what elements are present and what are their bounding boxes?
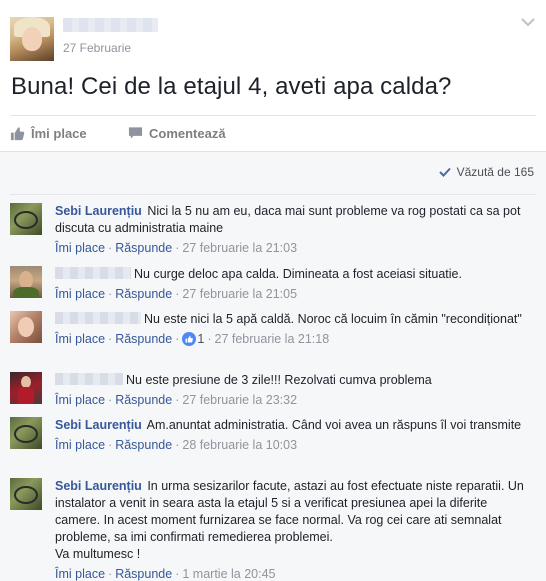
avatar[interactable]: [10, 417, 42, 449]
comment-reply-link[interactable]: Răspunde: [115, 438, 172, 452]
commenter-name-redacted: [55, 312, 141, 324]
comment-reply-link[interactable]: Răspunde: [115, 567, 172, 581]
comment-time[interactable]: 27 februarie la 21:18: [215, 332, 330, 346]
comment-reply-link[interactable]: Răspunde: [115, 332, 172, 346]
comment-like-link[interactable]: Îmi place: [55, 567, 105, 581]
comment-time[interactable]: 27 februarie la 23:32: [182, 393, 297, 407]
comment-like-link[interactable]: Îmi place: [55, 332, 105, 346]
comment-time[interactable]: 1 martie la 20:45: [182, 567, 275, 581]
commenter-name-redacted: [55, 267, 131, 279]
post-text: Buna! Cei de la etajul 4, aveti apa cald…: [11, 73, 452, 100]
like-label: Îmi place: [31, 125, 87, 141]
avatar[interactable]: [10, 266, 42, 298]
comment-text: Nu este nici la 5 apă caldă. Noroc că lo…: [144, 312, 522, 326]
author-avatar[interactable]: [10, 17, 54, 61]
comment-reply-link[interactable]: Răspunde: [115, 393, 172, 407]
comment-content: Sebi Laurențiu In urma sesizarilor facut…: [55, 478, 535, 546]
comment-like-link[interactable]: Îmi place: [55, 241, 105, 255]
comment-time[interactable]: 27 februarie la 21:03: [182, 241, 297, 255]
commenter-name[interactable]: Sebi Laurențiu: [55, 204, 142, 218]
comment-actions: Îmi place · Răspunde · 27 februarie la 21:05: [55, 287, 298, 301]
comment-content: Sebi Laurențiu Nici la 5 nu am eu, daca …: [55, 203, 535, 237]
comment-text: Nu curge deloc apa calda. Dimineata a fo…: [134, 267, 462, 281]
comment-actions: Îmi place · Răspunde · 1 martie la 20:45: [55, 567, 276, 581]
comment-content: Sebi Laurențiu Am.anuntat administratia.…: [55, 417, 535, 434]
comment-time[interactable]: 28 februarie la 10:03: [182, 438, 297, 452]
commenter-name-redacted: [55, 373, 123, 385]
commenter-name[interactable]: Sebi Laurențiu: [55, 418, 142, 432]
author-name-redacted: [63, 18, 158, 32]
commenter-name[interactable]: Sebi Laurențiu: [55, 479, 142, 493]
post-header: 27 Februarie: [0, 0, 546, 66]
comment-actions: Îmi place · Răspunde · 28 februarie la 10:03: [55, 438, 298, 452]
like-button[interactable]: Îmi place: [10, 124, 87, 142]
comment-reply-link[interactable]: Răspunde: [115, 287, 172, 301]
comment-reply-link[interactable]: Răspunde: [115, 241, 172, 255]
comment-content: Nu este nici la 5 apă caldă. Noroc că lo…: [55, 311, 535, 328]
thumbs-up-icon: [10, 126, 25, 140]
comment-content: Nu curge deloc apa calda. Dimineata a fo…: [55, 266, 535, 283]
chevron-down-icon[interactable]: [521, 17, 535, 27]
comment-content: Nu este presiune de 3 zile!!! Rezolvati …: [55, 372, 535, 389]
comment-actions: Îmi place · Răspunde · 1 · 27 februarie la 21:…: [55, 332, 330, 346]
like-reaction-icon[interactable]: [182, 332, 197, 346]
comment-text-line: Va multumesc !: [55, 547, 141, 561]
post-date[interactable]: 27 Februarie: [63, 41, 131, 55]
avatar[interactable]: [10, 478, 42, 510]
comments-area: Văzută de 165 Sebi Laurențiu Nici la 5 n…: [0, 151, 546, 581]
avatar[interactable]: [10, 203, 42, 235]
comment-button[interactable]: Comentează: [128, 124, 226, 142]
comment-actions: Îmi place · Răspunde · 27 februarie la 21:03: [55, 241, 298, 255]
comment-like-link[interactable]: Îmi place: [55, 438, 105, 452]
comment-actions: Îmi place · Răspunde · 27 februarie la 23:32: [55, 393, 298, 407]
divider: [10, 115, 536, 116]
seen-by-label: Văzută de 165: [456, 165, 534, 179]
avatar[interactable]: [10, 372, 42, 404]
reaction-count[interactable]: 1: [197, 332, 204, 346]
avatar[interactable]: [10, 311, 42, 343]
checkmark-icon: [438, 167, 451, 177]
comment-like-link[interactable]: Îmi place: [55, 287, 105, 301]
comment-label: Comentează: [149, 125, 226, 141]
comment-text: Am.anuntat administratia. Când voi avea …: [146, 418, 522, 432]
seen-by[interactable]: Văzută de 165: [438, 165, 534, 179]
divider: [10, 194, 536, 195]
comment-text: Nu este presiune de 3 zile!!! Rezolvati …: [126, 373, 432, 387]
comment-time[interactable]: 27 februarie la 21:05: [182, 287, 297, 301]
comment-bubble-icon: [128, 127, 143, 139]
facebook-post: 27 Februarie Buna! Cei de la etajul 4, a…: [0, 0, 546, 581]
comment-like-link[interactable]: Îmi place: [55, 393, 105, 407]
